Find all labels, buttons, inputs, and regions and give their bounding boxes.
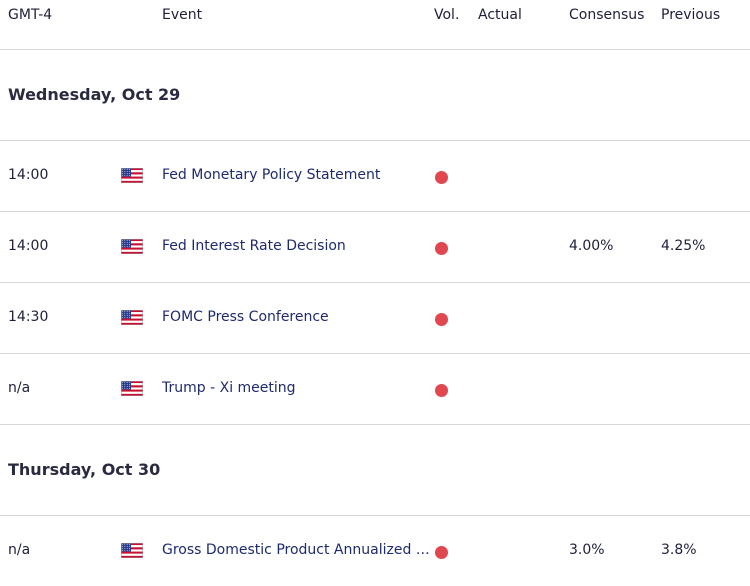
- high-impact-icon: [435, 384, 448, 397]
- event-name[interactable]: Fed Interest Rate Decision: [162, 238, 346, 254]
- us-flag-icon: [121, 310, 143, 325]
- event-time: 14:00: [8, 167, 49, 183]
- event-previous: 4.25%: [661, 238, 706, 254]
- high-impact-icon: [435, 242, 448, 255]
- header-timezone[interactable]: GMT-4: [8, 7, 52, 23]
- us-flag-icon: [121, 239, 143, 254]
- event-row[interactable]: 14:00 Fed Interest Rate Decision 4.00% 4…: [0, 212, 750, 283]
- event-row[interactable]: n/a Trump - Xi meeting: [0, 354, 750, 425]
- us-flag-icon: [121, 543, 143, 558]
- us-flag-icon: [121, 381, 143, 396]
- event-previous: 3.8%: [661, 542, 697, 558]
- event-name[interactable]: Trump - Xi meeting: [162, 380, 296, 396]
- event-time: n/a: [8, 380, 31, 396]
- event-row[interactable]: 14:00 Fed Monetary Policy Statement: [0, 141, 750, 212]
- event-consensus: 4.00%: [569, 238, 614, 254]
- day-header: Wednesday, Oct 29: [0, 50, 750, 141]
- event-time: 14:00: [8, 238, 49, 254]
- event-time: 14:30: [8, 309, 49, 325]
- event-row[interactable]: n/a Gross Domestic Product Annualized (……: [0, 516, 750, 586]
- event-name[interactable]: FOMC Press Conference: [162, 309, 329, 325]
- event-consensus: 3.0%: [569, 542, 605, 558]
- header-consensus: Consensus: [569, 7, 645, 23]
- event-name[interactable]: Fed Monetary Policy Statement: [162, 167, 380, 183]
- calendar-header: GMT-4 Event Vol. Actual Consensus Previo…: [0, 0, 750, 50]
- day-label: Wednesday, Oct 29: [8, 85, 181, 104]
- day-header: Thursday, Oct 30: [0, 425, 750, 516]
- day-label: Thursday, Oct 30: [8, 460, 161, 479]
- header-previous: Previous: [661, 7, 721, 23]
- high-impact-icon: [435, 171, 448, 184]
- high-impact-icon: [435, 546, 448, 559]
- event-row[interactable]: 14:30 FOMC Press Conference: [0, 283, 750, 354]
- event-name[interactable]: Gross Domestic Product Annualized (…: [162, 542, 432, 558]
- header-event: Event: [162, 7, 203, 23]
- header-actual: Actual: [478, 7, 522, 23]
- high-impact-icon: [435, 313, 448, 326]
- event-time: n/a: [8, 542, 31, 558]
- header-vol: Vol.: [434, 7, 460, 23]
- us-flag-icon: [121, 168, 143, 183]
